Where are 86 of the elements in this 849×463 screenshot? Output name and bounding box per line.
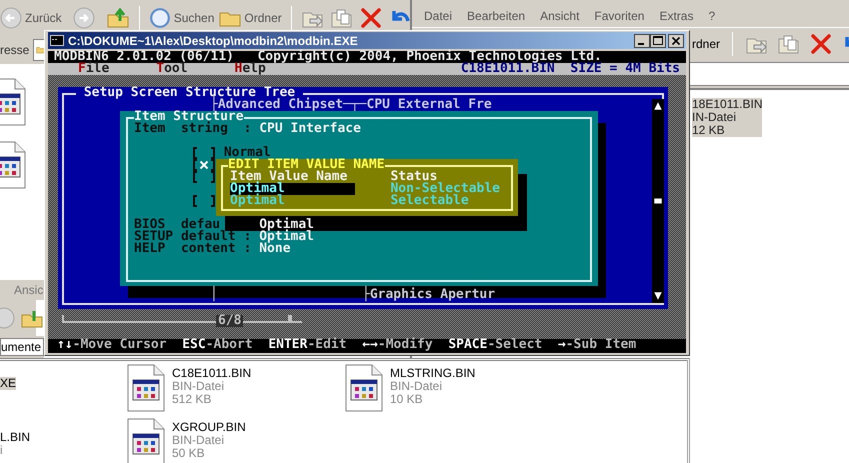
- console-icon: [50, 35, 64, 46]
- field-value: Optimal: [259, 231, 314, 243]
- file-name: C18E1011.BIN: [172, 367, 252, 380]
- file-name: C18E1011.BIN: [460, 63, 555, 75]
- file-type: BIN-Datei: [390, 380, 442, 393]
- file-name: XE: [0, 377, 16, 390]
- key-hint: ←→-Modify: [362, 339, 433, 351]
- option-label: Normal: [224, 147, 271, 159]
- checkbox[interactable]: [192, 159, 216, 171]
- copyright-text: Copyright(c) 2004, Phoenix Technologies Ltd.: [257, 51, 602, 63]
- delete-icon[interactable]: [809, 33, 834, 55]
- field-label: HELP content :: [134, 243, 252, 255]
- key-hint: ↑↓-Move Cursor: [57, 339, 167, 351]
- file-icon: [345, 364, 383, 412]
- file-type: IN-Datei: [692, 111, 738, 124]
- scroll-down-icon[interactable]: [653, 291, 663, 301]
- value-status: Selectable: [390, 195, 470, 207]
- field-label: Item string :: [134, 123, 252, 135]
- file-size: 10 KB: [390, 393, 423, 406]
- delete-icon[interactable]: [358, 7, 383, 29]
- key-hint: →-Sub Item: [558, 339, 636, 351]
- column-header: Status: [390, 171, 438, 183]
- document-entry[interactable]: L.BIN i: [0, 418, 127, 463]
- document-entry[interactable]: C18E1011.BIN BIN-Datei 512 KB: [127, 364, 345, 418]
- file-type: BIN-Datei: [172, 434, 224, 447]
- scroll-thumb[interactable]: [653, 196, 663, 206]
- dialog-title: EDIT ITEM VALUE NAME: [228, 159, 385, 171]
- menu-item[interactable]: ?: [708, 9, 716, 27]
- window-title: C:\DOKUME~1\Alex\Desktop\modbin2\modbin.EXE: [68, 34, 359, 48]
- copy-to-folder-icon[interactable]: [330, 7, 354, 29]
- file-type: i: [0, 444, 3, 457]
- key-hint: ENTER-Edit: [268, 339, 347, 351]
- search-icon: [148, 7, 171, 29]
- key-hint: ESC-Abort: [182, 339, 253, 351]
- address-label: resse: [0, 43, 30, 57]
- address-field[interactable]: [33, 39, 46, 61]
- file-size: 512 KB: [172, 393, 212, 406]
- menu-item[interactable]: Favoriten: [594, 9, 644, 27]
- field-value: CPU Interface: [259, 123, 361, 135]
- close-button[interactable]: [668, 34, 684, 48]
- menu-item[interactable]: Datei: [424, 9, 452, 27]
- field-label: SETUP default :: [134, 231, 252, 243]
- menu-item[interactable]: Help: [234, 63, 266, 75]
- program-version: MODBIN6 2.01.02 (06/11): [54, 51, 234, 63]
- file-icon: [127, 364, 165, 412]
- file-size-info: SIZE = 4M Bits: [570, 63, 680, 75]
- file-name: L.BIN: [0, 431, 30, 444]
- page-indicator: 6/8: [216, 315, 244, 327]
- menu-item[interactable]: Tool: [156, 63, 188, 75]
- checkbox[interactable]: [192, 195, 216, 207]
- folders-button[interactable]: Ordner: [219, 7, 282, 29]
- folder-up-icon[interactable]: [106, 7, 130, 29]
- file-name: MLSTRING.BIN: [390, 367, 476, 380]
- menu-item[interactable]: Ansicht: [540, 9, 580, 27]
- menu-item[interactable]: Bearbeiten: [467, 9, 526, 27]
- file-size: 50 KB: [172, 447, 205, 460]
- search-button[interactable]: Suchen: [148, 7, 214, 29]
- field-value: None: [259, 243, 291, 255]
- file-name: XGROUP.BIN: [172, 421, 246, 434]
- value-name[interactable]: Optimal: [230, 183, 356, 195]
- value-status: Non-Selectable: [390, 183, 500, 195]
- file-name: 18E1011.BIN: [692, 98, 762, 111]
- panel-title: Item Structure: [134, 111, 244, 123]
- document-entry[interactable]: XGROUP.BIN BIN-Datei 50 KB: [127, 418, 345, 463]
- document-entry[interactable]: 18E1011.BIN IN-Datei 12 KB: [692, 98, 762, 137]
- back-button[interactable]: Zurück: [0, 7, 62, 29]
- maximize-button[interactable]: [650, 34, 666, 48]
- file-size: 12 KB: [692, 124, 726, 137]
- checkbox[interactable]: [192, 147, 216, 159]
- menu-item[interactable]: Extras: [659, 9, 694, 27]
- scrollbar[interactable]: [652, 99, 664, 303]
- forward-icon[interactable]: [72, 7, 96, 29]
- minimize-button[interactable]: [634, 34, 650, 48]
- address-field[interactable]: umente: [0, 338, 44, 356]
- file-type: BIN-Datei: [172, 380, 224, 393]
- menu-item[interactable]: File: [78, 63, 110, 75]
- document-entry[interactable]: XE: [0, 364, 127, 418]
- document-entry[interactable]: MLSTRING.BIN BIN-Datei 10 KB: [345, 364, 687, 418]
- key-hint: SPACE-Select: [448, 339, 542, 351]
- field-label: BIOS defau: [134, 219, 220, 231]
- checkbox[interactable]: [192, 171, 216, 183]
- folders-button[interactable]: rdner: [692, 37, 720, 51]
- field-value: Optimal: [259, 219, 314, 231]
- address-field[interactable]: [690, 62, 849, 86]
- copy-to-folder-icon[interactable]: [777, 33, 802, 55]
- scroll-up-icon[interactable]: [653, 101, 663, 111]
